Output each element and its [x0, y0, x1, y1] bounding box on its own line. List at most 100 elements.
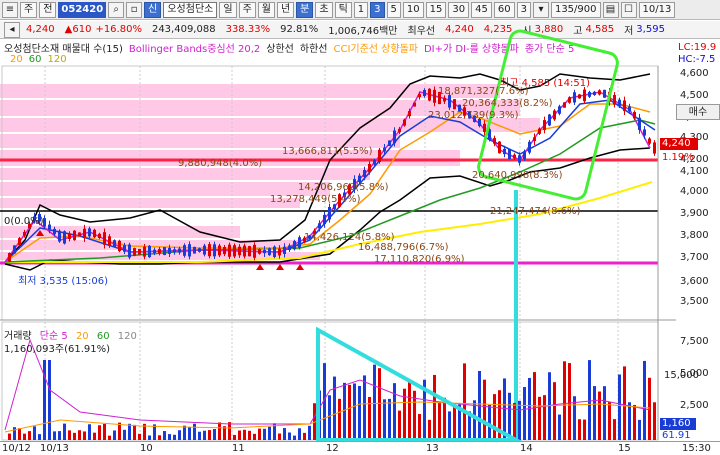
candle-body [293, 241, 296, 250]
volume-axis-unit: 15,000 [664, 370, 699, 381]
volume-bar [53, 431, 56, 440]
candle-body [583, 89, 586, 102]
candle-body [183, 245, 186, 256]
candle-body [278, 248, 281, 256]
candle-body [323, 214, 326, 225]
candle-body [603, 89, 606, 98]
volume-bar [108, 435, 111, 440]
candle-body [203, 245, 206, 255]
volume-bar [343, 382, 346, 440]
volume-bar [628, 402, 631, 440]
volume-bar [43, 360, 46, 440]
volume-bar [253, 433, 256, 440]
volume-bar [348, 384, 351, 440]
candle-body [498, 141, 501, 154]
volume-bar [148, 435, 151, 440]
volume-bar [28, 431, 31, 440]
volume-bar [173, 434, 176, 440]
volume-bar [103, 423, 106, 440]
volume-bar [643, 360, 646, 440]
candle-body [568, 97, 571, 103]
volume-bar [328, 395, 331, 440]
volume-bar [248, 430, 251, 440]
volume-bar [633, 405, 636, 440]
candle-body [233, 245, 236, 257]
volume-bar [78, 430, 81, 440]
volume-bar [523, 387, 526, 440]
volume-bar [128, 423, 131, 440]
axis-label: 4,500 [680, 90, 709, 101]
price-chart[interactable] [0, 0, 720, 455]
volume-bar [598, 391, 601, 440]
volume-bar [208, 430, 211, 440]
volume-bar [138, 433, 141, 440]
candle-body [388, 140, 391, 146]
annot-v2: 20,364,333(8.2%) [462, 98, 553, 109]
candle-body [618, 99, 621, 106]
volume-ma120-label[interactable]: 120 [118, 331, 137, 342]
candle-body [378, 149, 381, 162]
up-arrow [296, 264, 304, 270]
annot-zero: 0(0.0%) [4, 216, 44, 227]
volume-bar [453, 405, 456, 440]
candle-body [253, 244, 256, 258]
volume-bar [443, 397, 446, 440]
annot-v8: 20,640,998(8.3%) [472, 170, 563, 181]
volume-bar [558, 414, 561, 440]
volume-bar [83, 431, 86, 440]
time-label: 14 [520, 443, 533, 454]
candle-body [213, 244, 216, 257]
axis-label: 4,000 [680, 186, 709, 197]
candle-body [643, 129, 646, 136]
candle-body [163, 247, 166, 255]
volume-bar [288, 432, 291, 440]
volume-bar [23, 433, 26, 440]
volume-bar [298, 428, 301, 440]
candle-body [298, 237, 301, 248]
volume-bar [363, 375, 366, 440]
volume-bar [203, 430, 206, 440]
candle-body [518, 155, 521, 163]
volume-bar [243, 429, 246, 440]
candle-body [18, 238, 21, 246]
candle-body [428, 88, 431, 101]
candle-body [138, 248, 141, 255]
candle-body [368, 163, 371, 173]
band [0, 168, 370, 180]
candle-body [108, 236, 111, 246]
candle-body [123, 245, 126, 252]
candle-body [543, 120, 546, 130]
volume-bar [303, 432, 306, 440]
annot-v4: 13,666,811(5.5%) [282, 146, 373, 157]
candle-body [113, 240, 116, 247]
candle-body [443, 97, 446, 102]
candle-body [433, 89, 436, 103]
candle-body [273, 246, 276, 258]
candle-body [573, 92, 576, 103]
candle-body [513, 154, 516, 159]
volume-bar [358, 385, 361, 440]
buy-button[interactable]: 매수 [676, 104, 720, 120]
volume-bar [133, 424, 136, 440]
candle-body [53, 228, 56, 235]
candle-body [58, 230, 61, 242]
candle-body [23, 231, 26, 236]
candle-body [143, 246, 146, 257]
time-label: 10/12 [2, 443, 31, 454]
price-axis: 4,600 4,500 4,400 4,300 4,200 4,100 4,00… [676, 40, 720, 455]
candle-body [228, 244, 231, 257]
volume-bar [18, 428, 21, 440]
volume-bar [538, 396, 541, 440]
axis-label: 3,800 [680, 230, 709, 241]
volume-bar [163, 431, 166, 440]
volume-bars [8, 360, 656, 440]
volume-bar [373, 364, 376, 440]
candle-body [508, 148, 511, 160]
candle-body [83, 228, 86, 239]
candle-body [198, 248, 201, 252]
candle-body [523, 151, 526, 160]
candle-body [118, 240, 121, 252]
volume-bar [63, 423, 66, 440]
volume-bar [388, 398, 391, 440]
volume-bar [543, 395, 546, 440]
